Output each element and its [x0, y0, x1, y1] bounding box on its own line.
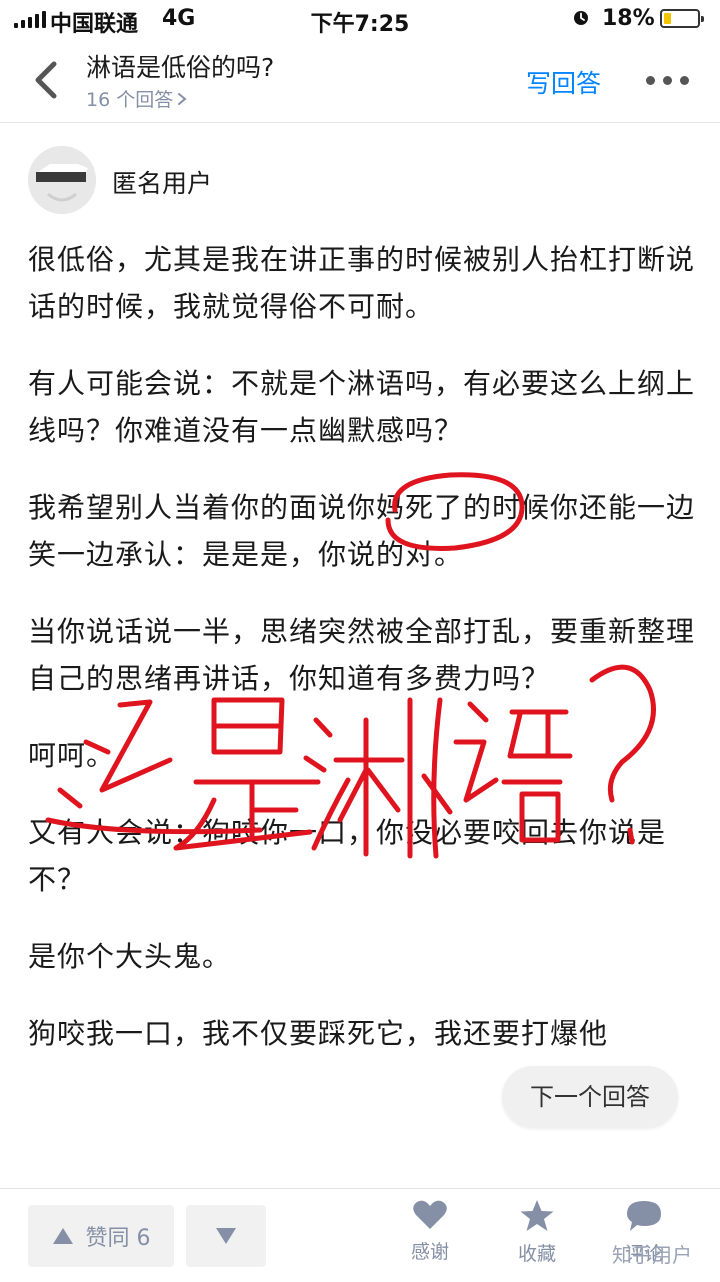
paragraph: 是你个大头鬼。 [28, 940, 232, 973]
chevron-right-icon [178, 92, 187, 105]
back-arrow-icon[interactable] [28, 58, 62, 102]
avatar[interactable] [28, 146, 96, 214]
anonymous-avatar-icon [28, 146, 96, 214]
paragraph: 狗咬我一口，我不仅要踩死它，我还要打爆他 [28, 1017, 609, 1050]
paragraph: 当你说话说一半，思绪突然被全部打乱，要重新整理自己的思绪再讲话，你知道有多费力吗… [28, 615, 696, 695]
answer-count-link[interactable]: 16 个回答 [86, 85, 187, 112]
upvote-button[interactable]: 赞同 6 [28, 1205, 174, 1267]
triangle-down-icon [216, 1228, 236, 1244]
next-answer-button[interactable]: 下一个回答 [502, 1066, 678, 1128]
more-options-icon[interactable] [646, 76, 689, 85]
paragraph: 又有人会说：狗咬你一口，你没必要咬回去你说是不？ [28, 816, 667, 896]
bottom-action-bar: 赞同 6 感谢 收藏 评论 知乎用户 [0, 1188, 720, 1282]
paragraph: 呵呵。 [28, 739, 116, 772]
heart-icon [413, 1200, 447, 1229]
status-bar: 中国联通 4G 下午7:25 18% [0, 0, 720, 40]
downvote-button[interactable] [186, 1205, 266, 1267]
paragraph: 很低俗，尤其是我在讲正事的时候被别人抬杠打断说话的时候，我就觉得俗不可耐。 [28, 243, 696, 323]
thanks-button[interactable]: 感谢 [390, 1199, 470, 1264]
thanks-label: 感谢 [410, 1241, 449, 1263]
question-title[interactable]: 淋语是低俗的吗? [86, 48, 274, 84]
nav-bar: 淋语是低俗的吗? 16 个回答 写回答 [0, 40, 720, 123]
paragraph: 我希望别人当着你的面说你妈死了的时候你还能一边笑一边承认：是是是，你说的对。 [28, 491, 696, 571]
author-name[interactable]: 匿名用户 [112, 164, 212, 200]
comment-bubble-icon [627, 1201, 661, 1231]
battery-icon [660, 9, 704, 28]
triangle-up-icon [52, 1228, 73, 1244]
answer-count: 16 个回答 [86, 89, 174, 111]
answer-content: 很低俗，尤其是我在讲正事的时候被别人抬杠打断说话的时候，我就觉得俗不可耐。 有人… [28, 236, 698, 1087]
write-answer-button[interactable]: 写回答 [526, 64, 601, 100]
collect-label: 收藏 [517, 1243, 556, 1265]
watermark: 知乎用户 [612, 1243, 692, 1267]
collect-button[interactable]: 收藏 [497, 1199, 577, 1266]
alarm-icon [574, 11, 588, 25]
paragraph: 有人可能会说：不就是个淋语吗，有必要这么上纲上线吗？你难道没有一点幽默感吗？ [28, 367, 696, 447]
battery-percent: 18% [602, 6, 655, 31]
upvote-label: 赞同 6 [85, 1226, 151, 1251]
star-icon [520, 1200, 554, 1231]
